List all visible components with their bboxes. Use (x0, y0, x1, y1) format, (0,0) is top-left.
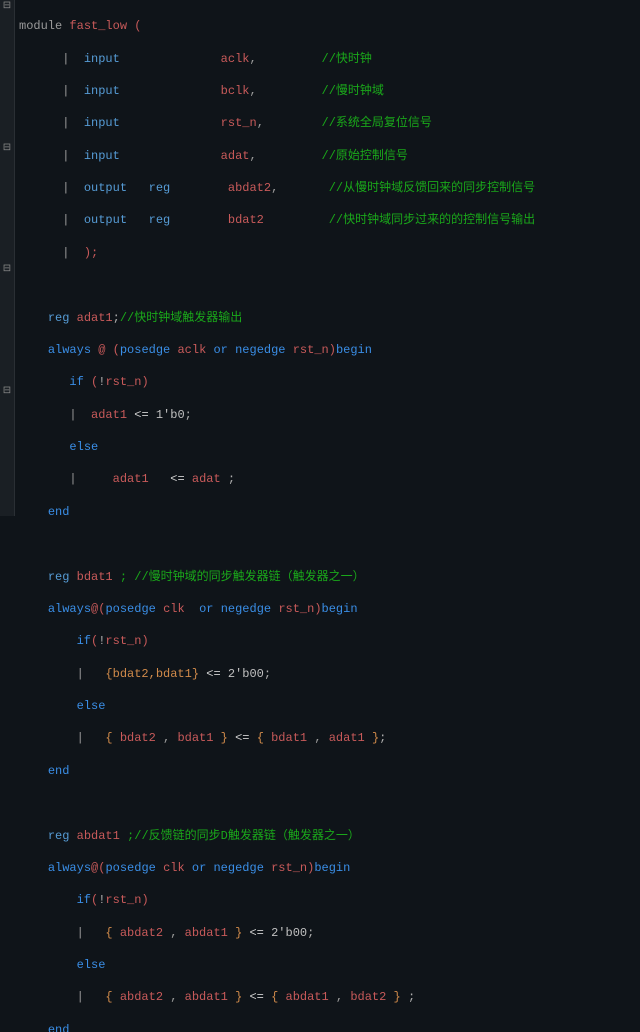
code-line (19, 536, 535, 552)
code-line (19, 795, 535, 811)
code-line: else (19, 698, 535, 714)
code-editor: ⊟ ⊟ ⊟ ⊟ module fast_low ( | input aclk, … (0, 0, 640, 516)
code-line: | input aclk, //快时钟 (19, 51, 535, 67)
code-line: else (19, 439, 535, 455)
code-line: module fast_low ( (19, 18, 535, 34)
code-line: always@(posedge clk or negedge rst_n)beg… (19, 860, 535, 876)
fold-marker[interactable]: ⊟ (0, 385, 14, 399)
code-area[interactable]: module fast_low ( | input aclk, //快时钟 | … (15, 0, 535, 516)
code-line: | { abdat2 , abdat1 } <= { abdat1 , bdat… (19, 989, 535, 1005)
code-line: end (19, 504, 535, 520)
code-line: | { bdat2 , bdat1 } <= { bdat1 , adat1 }… (19, 730, 535, 746)
code-line: else (19, 957, 535, 973)
code-line: | {bdat2,bdat1} <= 2'b00; (19, 666, 535, 682)
code-line: if (!rst_n) (19, 374, 535, 390)
code-line: if(!rst_n) (19, 633, 535, 649)
code-line (19, 277, 535, 293)
code-line: | adat1 <= adat ; (19, 471, 535, 487)
code-line: | adat1 <= 1'b0; (19, 407, 535, 423)
code-line: always @ (posedge aclk or negedge rst_n)… (19, 342, 535, 358)
code-line: reg abdat1 ;//反馈链的同步D触发器链（触发器之一） (19, 828, 535, 844)
fold-marker[interactable]: ⊟ (0, 263, 14, 277)
code-line: if(!rst_n) (19, 892, 535, 908)
fold-marker[interactable]: ⊟ (0, 0, 14, 14)
code-line: | { abdat2 , abdat1 } <= 2'b00; (19, 925, 535, 941)
code-line: | output reg abdat2, //从慢时钟域反馈回来的同步控制信号 (19, 180, 535, 196)
code-line: | input rst_n, //系统全局复位信号 (19, 115, 535, 131)
code-line: | input adat, //原始控制信号 (19, 148, 535, 164)
code-line: end (19, 763, 535, 779)
code-line: end (19, 1022, 535, 1032)
code-line: | output reg bdat2 //快时钟域同步过来的的控制信号输出 (19, 212, 535, 228)
code-line: reg bdat1 ; //慢时钟域的同步触发器链（触发器之一） (19, 569, 535, 585)
code-line: always@(posedge clk or negedge rst_n)beg… (19, 601, 535, 617)
code-line: | ); (19, 245, 535, 261)
code-line: | input bclk, //慢时钟域 (19, 83, 535, 99)
code-line: reg adat1;//快时钟域触发器输出 (19, 310, 535, 326)
fold-marker[interactable]: ⊟ (0, 142, 14, 156)
fold-gutter: ⊟ ⊟ ⊟ ⊟ (0, 0, 15, 516)
